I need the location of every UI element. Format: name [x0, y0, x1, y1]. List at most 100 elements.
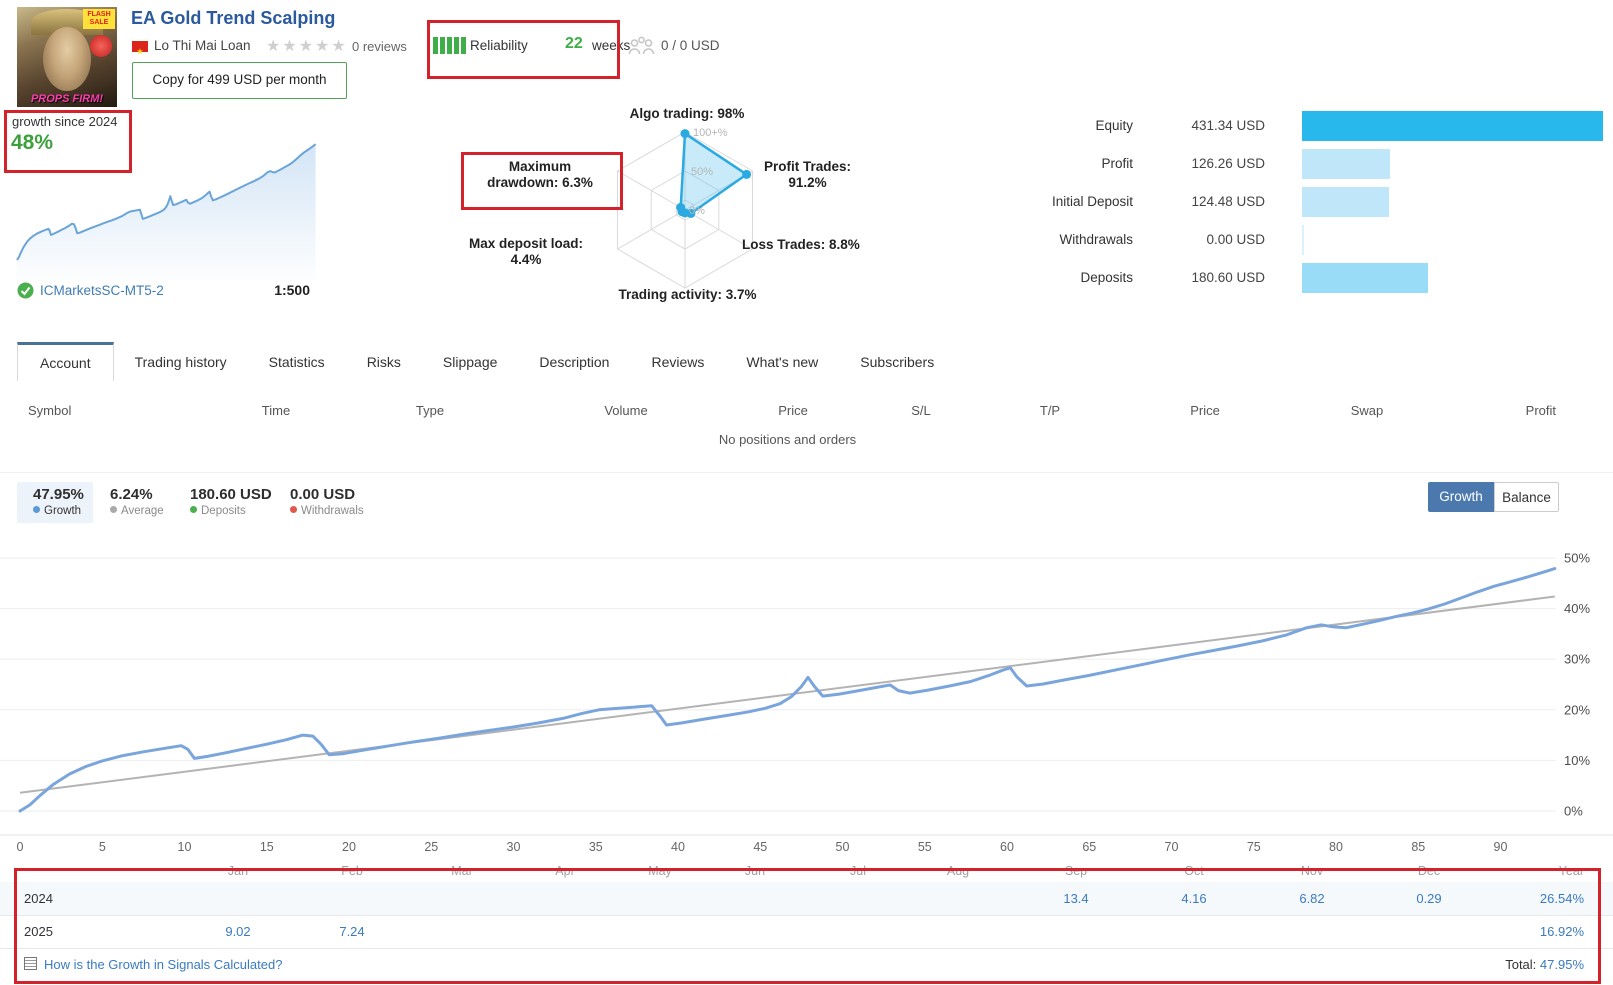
column-header-price: Price — [1190, 403, 1220, 418]
reliability-weeks: 22 — [565, 35, 583, 53]
broker-server-link[interactable]: ICMarketsSC-MT5-2 — [40, 283, 164, 298]
svg-text:75: 75 — [1247, 840, 1261, 854]
tab-risks[interactable]: Risks — [346, 343, 422, 381]
sale-sticker — [90, 35, 112, 57]
svg-text:10%: 10% — [1564, 753, 1590, 768]
author-link[interactable]: Lo Thi Mai Loan — [154, 38, 251, 53]
equity-row-label: Profit — [1101, 149, 1133, 179]
column-header-price: Price — [778, 403, 808, 418]
stat-value-average: 6.24% — [110, 486, 153, 503]
equity-row-bar — [1302, 263, 1428, 293]
svg-text:35: 35 — [589, 840, 603, 854]
legend-dot-icon — [290, 506, 297, 513]
monthly-growth-table: JanFebMarAprMayJunJulAugSepOctNovDecYear… — [0, 860, 1613, 985]
svg-text:0%: 0% — [1564, 804, 1583, 819]
month-header-mar: Mar — [451, 864, 473, 878]
total-growth: Total: 47.95% — [1505, 948, 1584, 981]
month-growth-value: 13.4 — [1063, 882, 1088, 915]
reliability-label: Reliability — [470, 38, 528, 53]
column-header-volume: Volume — [604, 403, 647, 418]
svg-text:15: 15 — [260, 840, 274, 854]
svg-text:0%: 0% — [689, 205, 705, 217]
radar-label-profit-trades: Profit Trades: 91.2% — [745, 159, 870, 191]
stat-label-average: Average — [110, 505, 164, 517]
tab-reviews[interactable]: Reviews — [630, 343, 725, 381]
equity-row-value: 124.48 USD — [1191, 187, 1265, 217]
svg-text:0: 0 — [17, 840, 24, 854]
svg-text:85: 85 — [1411, 840, 1425, 854]
equity-row-bar — [1302, 187, 1389, 217]
distribution-radar-chart: 100+%50%0% — [455, 100, 875, 315]
month-header-aug: Aug — [947, 864, 969, 878]
tab-statistics[interactable]: Statistics — [248, 343, 346, 381]
month-growth-value: 7.24 — [339, 915, 364, 948]
month-header-apr: Apr — [555, 864, 574, 878]
reliability-bars-icon — [433, 37, 468, 59]
svg-text:60: 60 — [1000, 840, 1014, 854]
equity-row-value: 180.60 USD — [1191, 263, 1265, 293]
svg-text:20%: 20% — [1564, 702, 1590, 717]
svg-text:100+%: 100+% — [693, 127, 728, 139]
equity-row-value: 126.26 USD — [1191, 149, 1265, 179]
signal-avatar[interactable]: FLASH SALE PROPS FIRM! — [17, 7, 117, 107]
svg-text:30: 30 — [507, 840, 521, 854]
column-header-s-l: S/L — [911, 403, 931, 418]
equity-row-label: Withdrawals — [1059, 225, 1133, 255]
tab-what-s-new[interactable]: What's new — [725, 343, 839, 381]
month-growth-value: 0.29 — [1416, 882, 1441, 915]
leverage-value: 1:500 — [264, 282, 310, 298]
toggle-growth-button[interactable]: Growth — [1428, 482, 1494, 512]
radar-label-loss-trades: Loss Trades: 8.8% — [742, 237, 912, 253]
month-header-oct: Oct — [1184, 864, 1203, 878]
equity-row-bar — [1302, 149, 1390, 179]
stat-label-deposits: Deposits — [190, 505, 246, 517]
svg-text:90: 90 — [1494, 840, 1508, 854]
stat-label-growth: Growth — [33, 505, 81, 517]
signal-page: FLASH SALE PROPS FIRM! EA Gold Trend Sca… — [0, 0, 1613, 985]
legend-dot-icon — [33, 506, 40, 513]
month-header-sep: Sep — [1065, 864, 1087, 878]
svg-text:20: 20 — [342, 840, 356, 854]
svg-text:80: 80 — [1329, 840, 1343, 854]
tab-bar: AccountTrading historyStatisticsRisksSli… — [17, 341, 955, 381]
column-header-t-p: T/P — [1040, 403, 1060, 418]
tab-slippage[interactable]: Slippage — [422, 343, 519, 381]
month-growth-value: 6.82 — [1299, 882, 1324, 915]
row-year-label: 2025 — [24, 915, 53, 948]
svg-text:25: 25 — [424, 840, 438, 854]
svg-text:55: 55 — [918, 840, 932, 854]
account-growth-chart[interactable]: 0%10%20%30%40%50%05101520253035404550556… — [0, 520, 1613, 860]
table-row-background — [0, 882, 1613, 915]
subscribers-icon — [628, 35, 655, 56]
month-growth-value: 4.16 — [1181, 882, 1206, 915]
equity-row-bar — [1302, 225, 1304, 255]
props-firm-banner: PROPS FIRM! — [17, 93, 117, 105]
tab-trading-history[interactable]: Trading history — [114, 343, 248, 381]
divider — [0, 472, 1613, 473]
toggle-balance-button[interactable]: Balance — [1494, 482, 1559, 512]
divider — [0, 915, 1613, 916]
tab-description[interactable]: Description — [518, 343, 630, 381]
copy-signal-button[interactable]: Copy for 499 USD per month — [132, 62, 347, 99]
month-header-nov: Nov — [1301, 864, 1323, 878]
stat-value-deposits: 180.60 USD — [190, 486, 272, 503]
equity-row-label: Equity — [1095, 111, 1133, 141]
month-header-feb: Feb — [341, 864, 363, 878]
month-header-year: Year — [1559, 864, 1584, 878]
radar-label-maximum-drawdown: Maximum drawdown: 6.3% — [479, 159, 601, 191]
month-header-dec: Dec — [1418, 864, 1440, 878]
positions-table-header: SymbolTimeTypeVolumePriceS/LT/PPriceSwap… — [0, 403, 1613, 419]
svg-text:50%: 50% — [1564, 551, 1590, 566]
svg-text:10: 10 — [178, 840, 192, 854]
svg-text:65: 65 — [1082, 840, 1096, 854]
growth-calculation-link[interactable]: How is the Growth in Signals Calculated? — [24, 948, 282, 981]
equity-row-bar — [1302, 111, 1603, 141]
growth-sparkline-chart — [14, 130, 317, 282]
svg-text:5: 5 — [99, 840, 106, 854]
tab-subscribers[interactable]: Subscribers — [839, 343, 955, 381]
tab-account[interactable]: Account — [17, 342, 114, 381]
month-header-jun: Jun — [745, 864, 765, 878]
reviews-count[interactable]: 0 reviews — [352, 39, 407, 54]
stat-label-withdrawals: Withdrawals — [290, 505, 364, 517]
growth-caption: growth since 2024 — [12, 114, 118, 129]
